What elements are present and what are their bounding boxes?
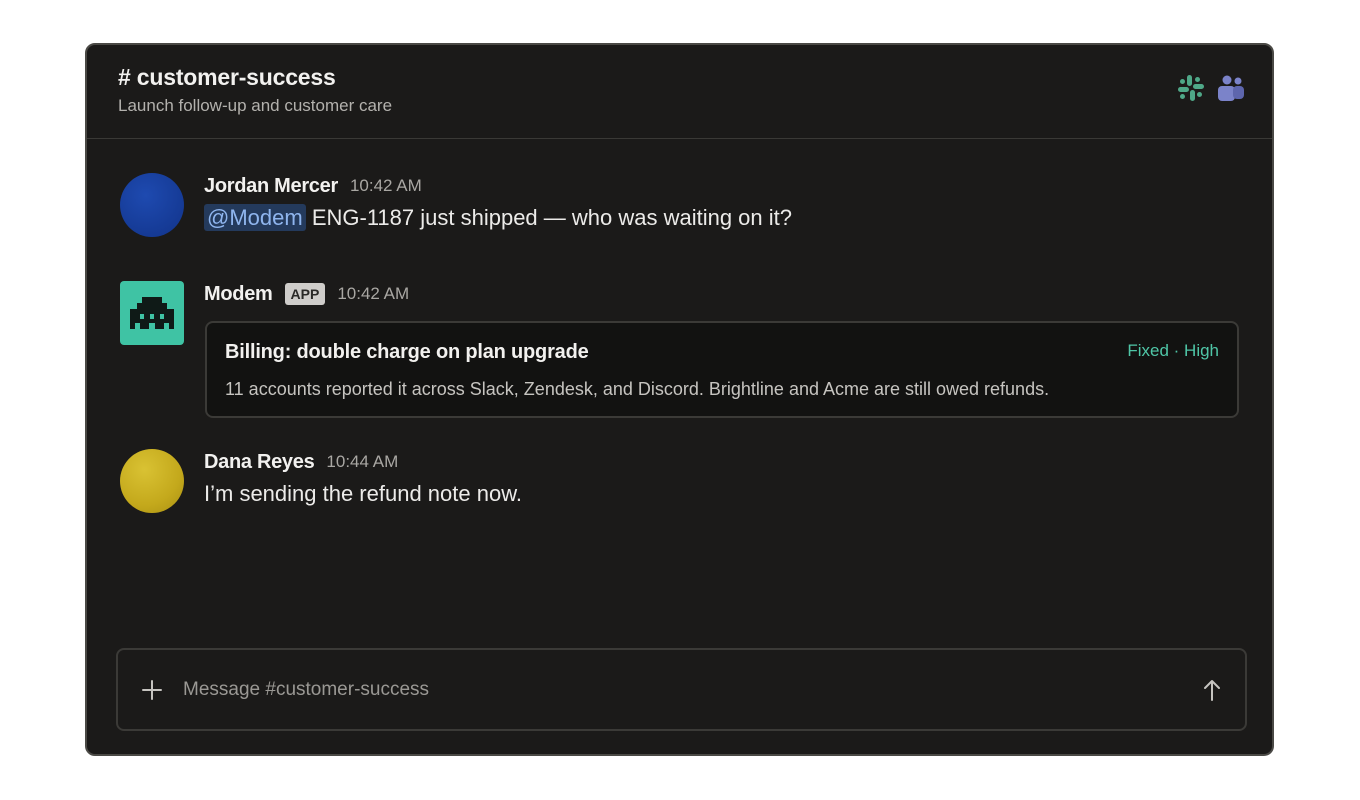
issue-status: Fixed · High: [1127, 341, 1219, 360]
mention-tag[interactable]: @Modem: [204, 204, 306, 231]
message-item: Dana Reyes 10:44 AM I’m sending the refu…: [120, 449, 1238, 519]
message-header: Jordan Mercer 10:42 AM: [204, 173, 422, 199]
channel-title: # customer-success: [118, 64, 336, 90]
plus-icon[interactable]: [140, 678, 164, 702]
bot-avatar[interactable]: [120, 281, 184, 345]
integration-icons: [1176, 73, 1246, 103]
author-name[interactable]: Jordan Mercer: [204, 175, 338, 198]
issue-title: Billing: double charge on plan upgrade: [225, 341, 589, 363]
app-badge: APP: [284, 283, 326, 305]
message-text: @Modem ENG-1187 just shipped — who was w…: [204, 204, 793, 231]
chat-window: # customer-success Launch follow-up and …: [85, 43, 1274, 756]
message-input[interactable]: [183, 675, 1163, 705]
channel-header: # customer-success Launch follow-up and …: [87, 45, 1272, 139]
message-text: I’m sending the refund note now.: [204, 481, 522, 506]
author-name[interactable]: Dana Reyes: [204, 451, 315, 474]
timestamp[interactable]: 10:44 AM: [326, 452, 398, 472]
slack-icon[interactable]: [1176, 73, 1206, 103]
teams-icon[interactable]: [1216, 73, 1246, 103]
channel-description: Launch follow-up and customer care: [118, 96, 393, 115]
message-item: Modem APP 10:42 AM Billing: double charg…: [120, 281, 1239, 421]
message-header: Modem APP 10:42 AM: [204, 281, 409, 307]
send-arrow-icon[interactable]: [1201, 678, 1223, 702]
issue-description: 11 accounts reported it across Slack, Ze…: [225, 379, 1050, 399]
timestamp[interactable]: 10:42 AM: [350, 176, 422, 196]
avatar[interactable]: [120, 173, 184, 237]
timestamp[interactable]: 10:42 AM: [337, 284, 409, 304]
message-item: Jordan Mercer 10:42 AM @Modem ENG-1187 j…: [120, 173, 1238, 243]
message-content: ENG-1187 just shipped — who was waiting …: [311, 205, 793, 230]
message-composer: [116, 648, 1247, 731]
avatar[interactable]: [120, 449, 184, 513]
modem-logo-icon: [130, 297, 174, 329]
issue-card[interactable]: Billing: double charge on plan upgrade F…: [205, 321, 1239, 418]
message-header: Dana Reyes 10:44 AM: [204, 449, 398, 475]
author-name[interactable]: Modem: [204, 283, 273, 306]
